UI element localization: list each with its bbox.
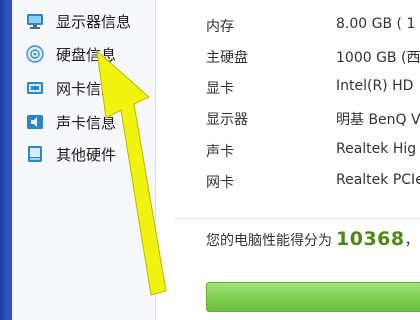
sidebar-item-label: 声卡信息	[56, 113, 117, 132]
hardware-summary-panel: 内存 8.00 GB ( 1 主硬盘 1000 GB (西 显卡 Intel(R…	[156, 0, 420, 320]
disk-icon	[26, 45, 44, 63]
spec-key: 网卡	[206, 175, 234, 191]
score-suffix: ，	[404, 233, 419, 249]
sidebar-item-label: 其他硬件	[56, 145, 117, 164]
spec-key: 显示器	[206, 112, 248, 128]
sidebar-item-label: 网卡信息	[56, 79, 117, 98]
spec-row-monitor: 显示器 明基 BenQ V	[206, 109, 420, 131]
sidebar-item-disk-info[interactable]: 硬盘信息	[26, 42, 154, 66]
spec-key: 声卡	[206, 144, 234, 160]
sidebar-item-other-hardware[interactable]: 其他硬件	[26, 142, 154, 166]
sound-card-icon	[26, 113, 44, 131]
spec-row-sound-card: 声卡 Realtek Hig	[206, 141, 420, 163]
other-hardware-icon	[26, 145, 44, 163]
sidebar: 显示器信息 硬盘信息 网卡信息 声卡信息 其他硬件	[12, 0, 156, 320]
sidebar-item-network-card-info[interactable]: 网卡信息	[26, 76, 154, 100]
spec-key: 显卡	[206, 81, 234, 97]
spec-value: Intel(R) HD	[336, 78, 414, 94]
score-bar-button[interactable]	[206, 282, 420, 312]
section-divider	[174, 218, 420, 219]
sidebar-item-monitor-info[interactable]: 显示器信息	[26, 9, 154, 33]
spec-value: 1000 GB (西	[336, 50, 420, 66]
spec-row-network-card: 网卡 Realtek PCIe	[206, 172, 420, 194]
sidebar-item-label: 显示器信息	[56, 12, 132, 31]
spec-row-memory: 内存 8.00 GB ( 1	[206, 16, 420, 38]
spec-value: 明基 BenQ V	[336, 112, 420, 128]
window-left-edge	[0, 0, 12, 320]
sidebar-item-sound-card-info[interactable]: 声卡信息	[26, 110, 154, 134]
performance-score: 您的电脑性能得分为 10368，	[206, 228, 419, 254]
score-label: 您的电脑性能得分为	[206, 233, 332, 249]
spec-value: Realtek PCIe	[336, 172, 420, 188]
score-value: 10368	[336, 228, 405, 250]
spec-row-main-disk: 主硬盘 1000 GB (西	[206, 47, 420, 69]
spec-value: 8.00 GB ( 1	[336, 16, 416, 32]
spec-value: Realtek Hig	[336, 141, 417, 157]
monitor-icon	[26, 12, 44, 30]
spec-row-graphics: 显卡 Intel(R) HD	[206, 78, 420, 100]
network-card-icon	[26, 79, 44, 97]
spec-key: 内存	[206, 19, 234, 35]
spec-key: 主硬盘	[206, 50, 248, 66]
sidebar-item-label: 硬盘信息	[56, 45, 117, 64]
